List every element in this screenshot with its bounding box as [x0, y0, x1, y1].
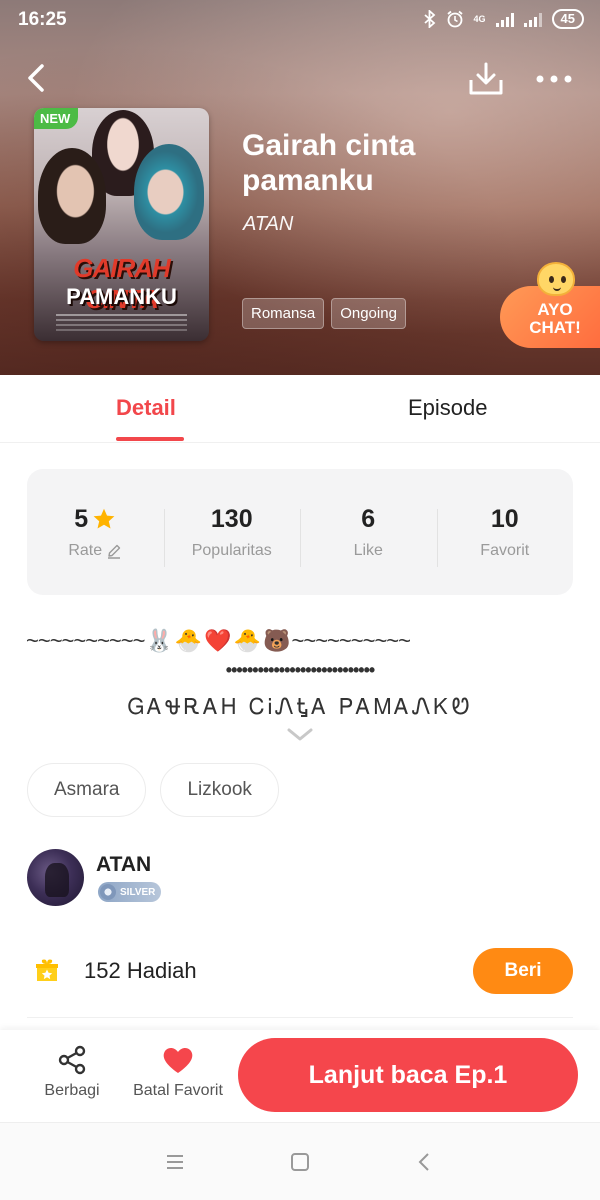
stat-rate-value: 5	[74, 504, 89, 533]
heart-emoji: ❤️	[204, 628, 232, 653]
genre-tags: Romansa Ongoing	[242, 298, 406, 329]
system-back-icon[interactable]	[414, 1151, 436, 1173]
stat-like-label: Like	[353, 541, 383, 559]
system-navigation-bar	[0, 1122, 600, 1200]
book-title: Gairah cinta pamanku	[242, 129, 416, 197]
unfavorite-button[interactable]: Batal Favorit	[128, 1044, 228, 1100]
stat-rate-label-row: Rate	[27, 542, 164, 560]
gift-count-label: Hadiah	[126, 958, 197, 983]
keyword-chips: Asmara Lizkook	[27, 763, 279, 817]
back-arrow-icon[interactable]	[22, 58, 56, 98]
ayo-chat-line2: CHAT!	[529, 318, 581, 337]
more-options-icon[interactable]	[534, 64, 574, 94]
description-line1: ~~~~~~~~~~ 🐰 🐣 ❤️ 🐣 🐻 ~~~~~~~~~~	[26, 625, 574, 657]
signal-icon	[495, 11, 514, 27]
share-button[interactable]: Berbagi	[40, 1044, 104, 1100]
description-line2: ••••••••••••••••••••••••••••	[225, 660, 375, 680]
stat-rate-label: Rate	[68, 541, 103, 559]
book-author[interactable]: ATAN	[243, 213, 293, 236]
bluetooth-icon	[423, 10, 435, 28]
author-level-label: SILVER	[120, 886, 156, 898]
author-level-badge: SILVER	[98, 882, 162, 902]
network-type: 4G	[473, 14, 486, 24]
cover-title-line2: PAMANKU	[66, 284, 177, 309]
gift-icon	[36, 959, 58, 981]
stat-favorite: 10 Favorit	[436, 504, 574, 567]
gift-count-value: 152	[84, 958, 121, 983]
cover-figure	[38, 148, 106, 244]
chick-emoji: 🐣	[233, 628, 262, 653]
silver-medal-icon	[100, 884, 116, 900]
description-line3: ᏀᎪᏠᎡᎪᎻ ᏟᎥᏁᎿᎪ ᏢᎪᎷᎪᏁᏦᏬ	[127, 695, 473, 720]
author-name[interactable]: ATAN	[96, 853, 151, 877]
continue-reading-button[interactable]: Lanjut baca Ep.1	[238, 1038, 578, 1112]
tag-ongoing[interactable]: Ongoing	[331, 298, 406, 329]
stat-popularity: 130 Popularitas	[163, 504, 301, 567]
tab-episode[interactable]: Episode	[408, 395, 488, 421]
battery-icon: 45	[551, 9, 584, 29]
author-avatar[interactable]	[27, 849, 84, 906]
tag-romansa[interactable]: Romansa	[242, 298, 325, 329]
status-time: 16:25	[18, 9, 67, 30]
chick-emoji: 🐣	[174, 628, 203, 653]
new-badge: NEW	[34, 108, 79, 129]
share-icon	[58, 1045, 86, 1075]
stat-like-value: 6	[361, 504, 376, 533]
stat-like: 6 Like	[300, 504, 437, 567]
give-gift-button[interactable]: Beri	[473, 948, 573, 994]
stat-favorite-value: 10	[490, 504, 519, 533]
alarm-icon	[446, 10, 463, 28]
cover-fine-print	[56, 314, 187, 316]
status-icons: 4G 45	[423, 9, 584, 29]
stat-popularity-label: Popularitas	[191, 541, 272, 559]
stat-rate[interactable]: 5 Rate	[27, 505, 164, 560]
description-tilde-right: ~~~~~~~~~~	[291, 628, 411, 653]
chat-mascot-icon[interactable]	[537, 262, 575, 296]
menu-icon[interactable]	[164, 1151, 186, 1173]
tab-detail[interactable]: Detail	[116, 395, 176, 421]
book-cover[interactable]: GAIRAH CINTA PAMANKU	[34, 108, 209, 341]
bear-emoji: 🐻	[263, 628, 291, 653]
stat-popularity-value: 130	[210, 504, 253, 533]
cover-figure	[134, 144, 204, 240]
description-tilde-left: ~~~~~~~~~~	[26, 628, 145, 653]
home-square-icon[interactable]	[289, 1151, 311, 1173]
edit-pencil-icon[interactable]	[106, 543, 122, 559]
keyword-chip-lizkook[interactable]: Lizkook	[160, 763, 279, 817]
bottom-action-bar: Berbagi Batal Favorit Lanjut baca Ep.1	[0, 1030, 600, 1122]
rabbit-emoji: 🐰	[145, 628, 173, 653]
favorite-label: Batal Favorit	[133, 1082, 223, 1099]
stat-rate-value-row: 5	[27, 505, 164, 534]
tab-bar: Detail Episode	[0, 375, 600, 443]
keyword-chip-asmara[interactable]: Asmara	[27, 763, 147, 817]
gift-count: 152 Hadiah	[84, 958, 197, 984]
chevron-down-icon[interactable]	[286, 726, 314, 744]
book-header: 16:25 4G 45 GAIRAH CINTA PAMANKU NEW Gai…	[0, 0, 600, 375]
signal-icon-2	[523, 11, 542, 27]
share-label: Berbagi	[44, 1082, 100, 1099]
stats-card: 5 Rate 130 Popularitas 6 Like 10 Favorit	[27, 469, 573, 595]
heart-icon	[163, 1048, 193, 1073]
star-icon	[93, 508, 115, 529]
tab-active-indicator	[116, 437, 184, 441]
status-bar: 16:25 4G 45	[0, 0, 600, 40]
download-icon[interactable]	[466, 60, 506, 100]
ayo-chat-line1: AYO	[537, 300, 573, 319]
section-divider	[27, 1017, 573, 1018]
stat-favorite-label: Favorit	[480, 541, 530, 559]
